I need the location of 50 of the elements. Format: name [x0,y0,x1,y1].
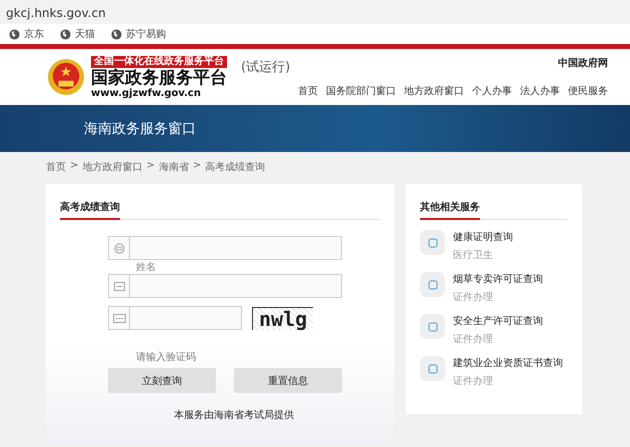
service-icon[interactable] [420,272,446,297]
nav-link[interactable]: 便民服务 [568,84,608,98]
service-icon[interactable] [420,356,446,381]
breadcrumb-separator: > [192,160,202,173]
breadcrumb-link[interactable]: 地方政府窗口 [82,160,142,174]
nav-link[interactable]: 地方政府窗口 [404,84,464,98]
service-category: 医疗卫生 [453,248,494,262]
banner-title: 海南政务服务窗口 [84,120,196,138]
nav-link[interactable]: 法人办事 [520,84,560,98]
bookmark-link[interactable]: 苏宁易购 [111,27,166,41]
slogan-text: 全国一体化在线政务服务平台 [91,56,227,68]
field-label: 姓名 [136,262,156,273]
globe-icon [111,28,122,40]
bookmark-link[interactable]: 天猫 [60,27,95,41]
service-link[interactable]: 烟草专卖许可证查询 [453,272,544,286]
emblem-icon [47,58,85,96]
id-number-field[interactable] [108,236,342,260]
name-field[interactable] [108,274,342,298]
breadcrumb-separator: > [146,160,155,173]
service-category: 证件办理 [453,374,494,388]
site-url-text: www.gjzwfw.gov.cn [91,88,201,98]
captcha-field[interactable] [108,306,242,330]
panel-title: 高考成绩查询 [60,200,120,220]
service-category: 证件办理 [453,290,494,304]
bookmark-link[interactable]: 京东 [9,27,44,41]
captcha-image[interactable]: nwlg [252,306,314,330]
nav-link[interactable]: 首页 [298,84,318,98]
service-link[interactable]: 健康证明查询 [453,230,514,244]
breadcrumb-link[interactable]: 海南省 [158,160,189,174]
service-category: 证件办理 [453,332,494,346]
reset-button[interactable]: 重置信息 [234,368,342,393]
gov-link[interactable]: 中国政府网 [558,56,608,70]
provider-note: 本服务由海南省考试局提供 [174,408,294,422]
trial-label: (试运行) [241,59,290,76]
globe-icon [60,28,71,40]
nav-link[interactable]: 个人办事 [472,84,512,98]
breadcrumb-link[interactable]: 高考成绩查询 [205,160,266,174]
service-icon[interactable] [420,314,446,339]
panel-title: 其他相关服务 [420,200,480,220]
nav-link[interactable]: 国务院部门窗口 [326,84,396,98]
service-link[interactable]: 建筑业企业资质证书查询 [453,356,564,370]
url-text[interactable]: gkcj.hnks.gov.cn [6,6,106,20]
breadcrumb-separator: > [70,160,78,173]
breadcrumb-link[interactable]: 首页 [46,160,66,174]
service-icon[interactable] [420,230,446,255]
globe-icon [9,28,20,40]
captcha-hint: 请输入验证码 [136,350,196,364]
service-link[interactable]: 安全生产许可证查询 [453,314,544,328]
query-button[interactable]: 立刻查询 [108,368,216,393]
platform-title: 国家政务服务平台 [91,68,227,88]
